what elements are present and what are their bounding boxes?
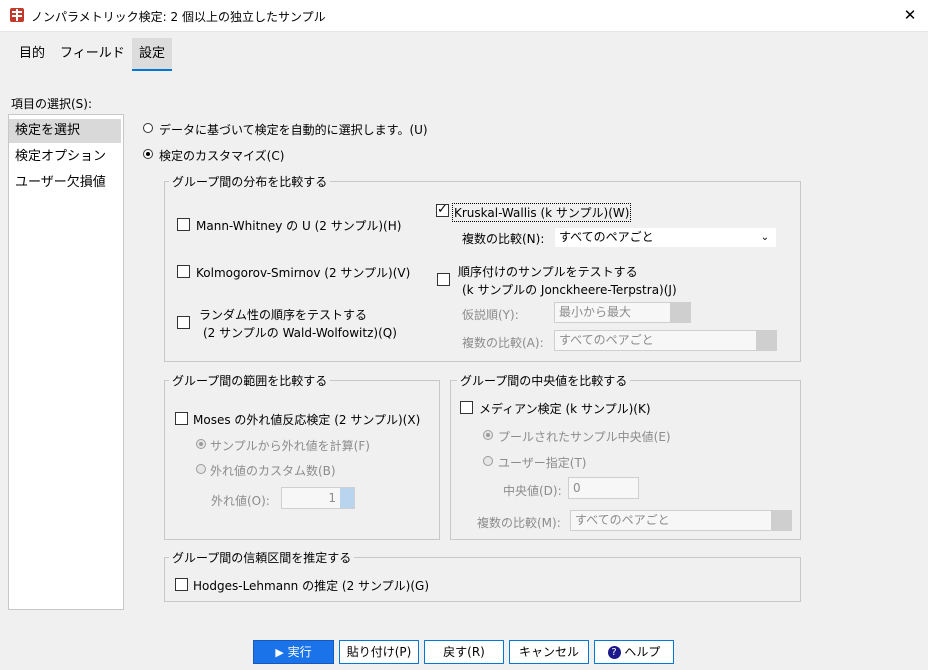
median-multiple-label: 複数の比較(M): xyxy=(477,516,561,530)
mann-whitney-label: Mann-Whitney の U (2 サンプル)(H) xyxy=(196,219,402,233)
moses-label: Moses の外れ値反応検定 (2 サンプル)(X) xyxy=(193,413,421,427)
run-button[interactable]: ▶ 実行 xyxy=(253,640,334,664)
multiple-comparisons-select[interactable]: すべてのペアごと xyxy=(554,227,777,248)
randomness-checkbox[interactable] xyxy=(177,316,190,329)
help-button[interactable]: ? ヘルプ xyxy=(594,640,674,664)
tab-settings[interactable]: 設定 xyxy=(132,38,173,71)
user-specified-label: ユーザー指定(T) xyxy=(498,456,587,470)
list-item-select-test[interactable]: 検定を選択 xyxy=(9,119,121,143)
multiple-comparisons-2-label: 複数の比較(A): xyxy=(462,336,544,350)
app-icon xyxy=(10,8,24,22)
custom-outliers-radio[interactable] xyxy=(196,464,206,474)
cancel-button[interactable]: キャンセル xyxy=(509,640,589,664)
hodges-lehmann-label: Hodges-Lehmann の推定 (2 サンプル)(G) xyxy=(193,579,430,593)
ci-group-title: グループ間の信頼区間を推定する xyxy=(169,549,355,566)
kolmogorov-checkbox[interactable] xyxy=(177,265,190,278)
chevron-down-icon xyxy=(670,303,690,322)
multiple-comparisons-label: 複数の比較(N): xyxy=(462,232,545,246)
user-specified-radio[interactable] xyxy=(483,456,493,466)
outliers-label: 外れ値(O): xyxy=(211,494,270,508)
median-test-label: メディアン検定 (k サンプル)(K) xyxy=(479,402,651,416)
list-item-test-options[interactable]: 検定オプション xyxy=(9,145,121,169)
median-value-label: 中央値(D): xyxy=(503,484,562,498)
chevron-down-icon xyxy=(756,331,776,350)
median-group-title: グループ間の中央値を比較する xyxy=(457,372,631,389)
item-select-label: 項目の選択(S): xyxy=(11,97,93,111)
kolmogorov-label: Kolmogorov-Smirnov (2 サンプル)(V) xyxy=(196,266,411,280)
customize-radio[interactable] xyxy=(143,149,153,159)
range-group xyxy=(164,380,440,540)
close-icon[interactable]: ✕ xyxy=(896,3,924,27)
ordered-label-line2: (k サンプルの Jonckheere-Terpstra)(J) xyxy=(462,283,677,297)
item-list: 検定を選択 検定オプション ユーザー欠損値 xyxy=(8,114,124,610)
stepper-icon[interactable] xyxy=(340,488,354,508)
ordered-checkbox[interactable] xyxy=(437,273,450,286)
kruskal-wallis-checkbox[interactable] xyxy=(436,202,449,218)
help-button-label: ヘルプ xyxy=(624,645,661,659)
median-test-checkbox[interactable] xyxy=(460,401,473,414)
custom-outliers-label: 外れ値のカスタム数(B) xyxy=(210,464,336,478)
median-value-field[interactable]: 0 xyxy=(568,477,639,499)
randomness-label-line2: (2 サンプルの Wald-Wolfowitz)(Q) xyxy=(203,326,397,340)
chevron-down-icon[interactable]: ⌄ xyxy=(755,228,775,247)
reset-button[interactable]: 戻す(R) xyxy=(424,640,504,664)
hodges-lehmann-checkbox[interactable] xyxy=(175,578,188,591)
paste-button[interactable]: 貼り付け(P) xyxy=(339,640,419,664)
kruskal-wallis-label: Kruskal-Wallis (k サンプル)(W) xyxy=(452,203,632,222)
window-title: ノンパラメトリック検定: 2 個以上の独立したサンプル xyxy=(31,10,326,24)
customize-label: 検定のカスタマイズ(C) xyxy=(159,149,285,163)
compute-outliers-radio[interactable] xyxy=(196,439,206,449)
distribution-group-title: グループ間の分布を比較する xyxy=(169,173,331,190)
range-group-title: グループ間の範囲を比較する xyxy=(169,372,331,389)
list-item-user-missing[interactable]: ユーザー欠損値 xyxy=(9,171,121,195)
compute-outliers-label: サンプルから外れ値を計算(F) xyxy=(210,439,370,453)
pooled-median-radio[interactable] xyxy=(483,430,493,440)
mann-whitney-checkbox[interactable] xyxy=(177,218,190,231)
auto-select-label: データに基づいて検定を自動的に選択します。(U) xyxy=(159,123,428,137)
help-icon: ? xyxy=(607,646,621,659)
play-icon: ▶ xyxy=(275,646,284,659)
median-multiple-select[interactable]: すべてのペアごと xyxy=(570,510,792,531)
pooled-median-label: プールされたサンプル中央値(E) xyxy=(498,430,671,444)
multiple-comparisons-2-select[interactable]: すべてのペアごと xyxy=(554,330,777,351)
ordered-label-line1: 順序付けのサンプルをテストする xyxy=(458,265,638,279)
hypothesis-order-label: 仮説順(Y): xyxy=(462,308,519,322)
auto-select-radio[interactable] xyxy=(143,123,153,133)
run-button-label: 実行 xyxy=(287,645,312,659)
chevron-down-icon xyxy=(771,511,791,530)
tab-fields[interactable]: フィールド xyxy=(53,38,132,70)
randomness-label-line1: ランダム性の順序をテストする xyxy=(199,308,368,322)
tab-objective[interactable]: 目的 xyxy=(12,38,52,70)
moses-checkbox[interactable] xyxy=(175,412,188,425)
